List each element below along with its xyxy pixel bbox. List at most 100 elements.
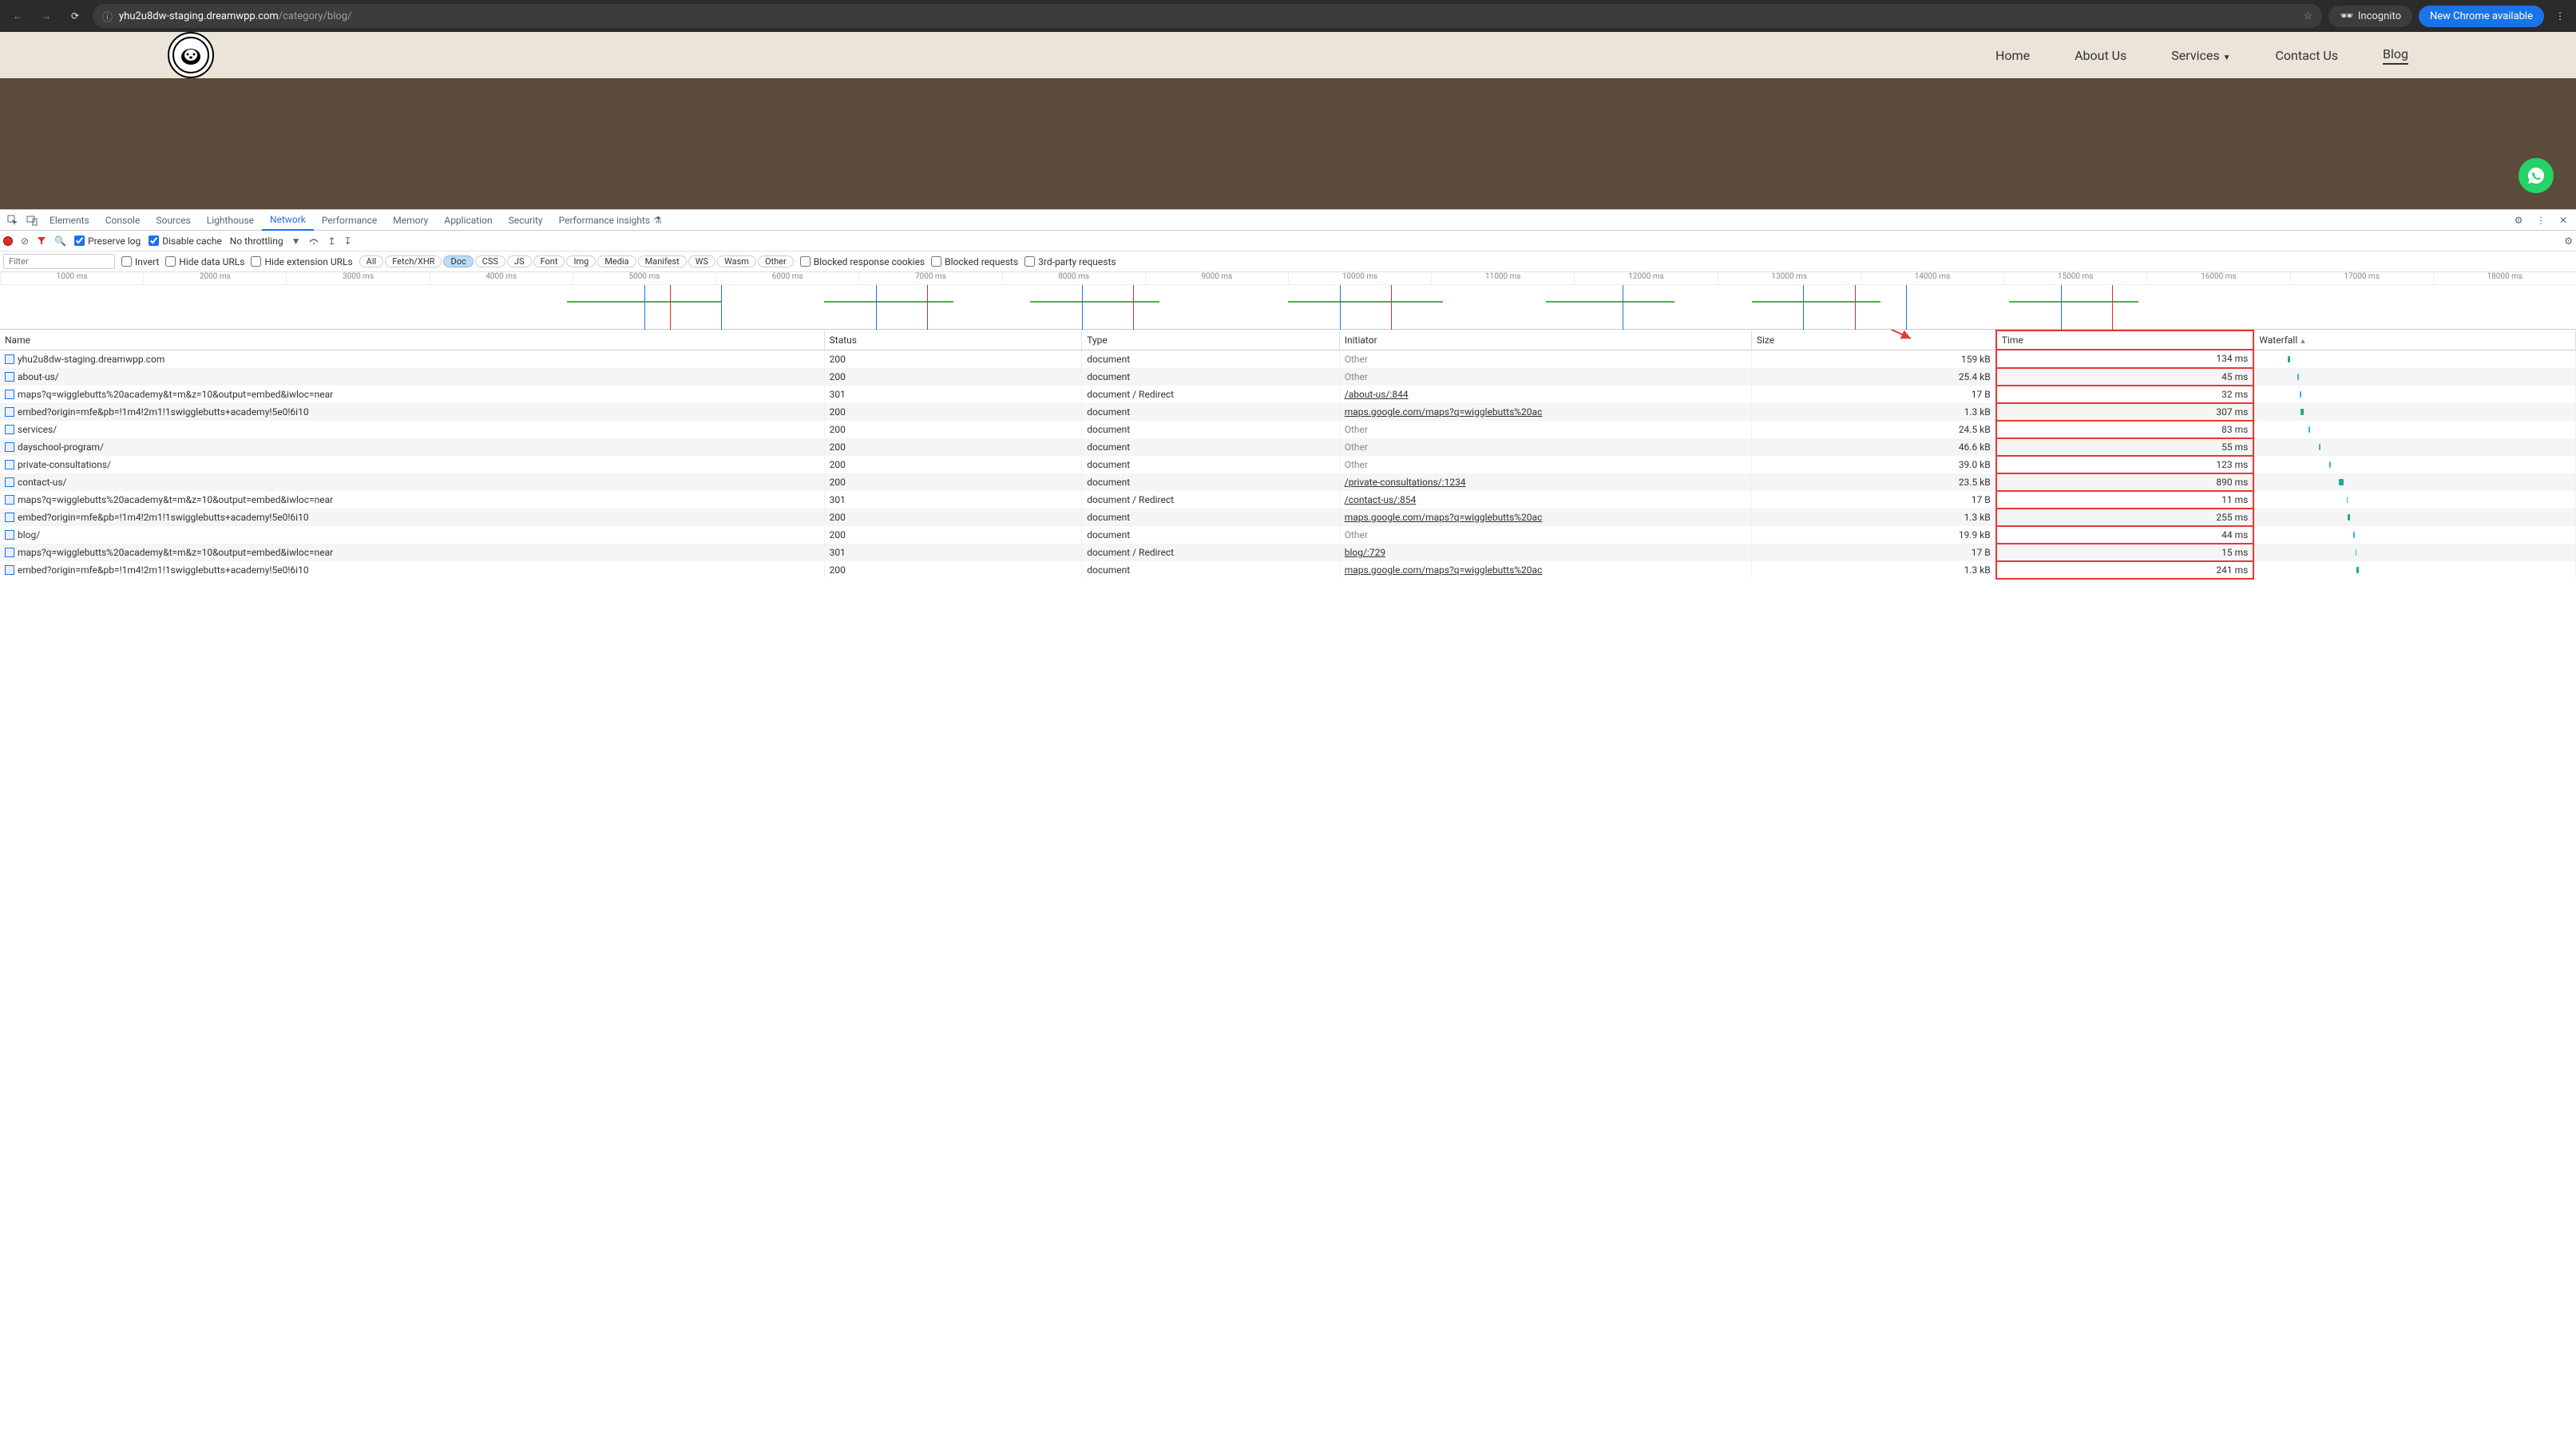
network-row[interactable]: maps?q=wigglebutts%20academy&t=m&z=10&ou… bbox=[0, 544, 2576, 561]
nav-services[interactable]: Services▼ bbox=[2171, 48, 2230, 63]
tab-lighthouse[interactable]: Lighthouse bbox=[199, 210, 262, 231]
filter-pill-font[interactable]: Font bbox=[533, 255, 565, 267]
network-row[interactable]: maps?q=wigglebutts%20academy&t=m&z=10&ou… bbox=[0, 491, 2576, 509]
preserve-log-checkbox[interactable]: Preserve log bbox=[74, 236, 141, 247]
hide-data-urls-checkbox[interactable]: Hide data URLs bbox=[165, 256, 244, 267]
site-logo[interactable] bbox=[168, 32, 214, 78]
site-info-icon[interactable]: ⓘ bbox=[102, 9, 113, 24]
network-row[interactable]: embed?origin=mfe&pb=!1m4!2m1!1swigglebut… bbox=[0, 403, 2576, 421]
third-party-checkbox[interactable]: 3rd-party requests bbox=[1024, 256, 1116, 267]
filter-pill-manifest[interactable]: Manifest bbox=[638, 255, 687, 267]
forward-button[interactable]: → bbox=[35, 5, 57, 27]
export-har-icon[interactable]: ↧ bbox=[344, 236, 352, 247]
initiator-link[interactable]: /private-consultations/:1234 bbox=[1345, 477, 1466, 488]
col-size[interactable]: Size bbox=[1751, 331, 1995, 350]
filter-pill-ws[interactable]: WS bbox=[688, 255, 715, 267]
filter-pill-media[interactable]: Media bbox=[597, 255, 636, 267]
col-time[interactable]: Time bbox=[1996, 331, 2254, 350]
blocked-cookies-checkbox[interactable]: Blocked response cookies bbox=[800, 256, 925, 267]
device-icon[interactable] bbox=[22, 215, 42, 226]
cell-waterfall bbox=[2253, 491, 2575, 509]
filter-pill-all[interactable]: All bbox=[359, 255, 384, 267]
tab-memory[interactable]: Memory bbox=[385, 210, 436, 231]
new-chrome-button[interactable]: New Chrome available bbox=[2419, 6, 2544, 27]
document-icon bbox=[5, 548, 14, 557]
network-conditions-icon[interactable] bbox=[308, 236, 319, 247]
col-status[interactable]: Status bbox=[824, 331, 1082, 350]
cell-initiator: Other bbox=[1339, 368, 1751, 386]
whatsapp-button[interactable] bbox=[2519, 158, 2554, 193]
invert-checkbox[interactable]: Invert bbox=[121, 256, 159, 267]
network-row[interactable]: private-consultations/200documentOther39… bbox=[0, 456, 2576, 473]
network-row[interactable]: maps?q=wigglebutts%20academy&t=m&z=10&ou… bbox=[0, 386, 2576, 403]
nav-home[interactable]: Home bbox=[1995, 48, 2030, 63]
network-row[interactable]: services/200documentOther24.5 kB83 ms bbox=[0, 421, 2576, 438]
tab-network[interactable]: Network bbox=[262, 210, 314, 231]
timeline-tick: 10000 ms bbox=[1288, 272, 1431, 284]
filter-pill-other[interactable]: Other bbox=[758, 255, 794, 267]
throttling-dropdown-icon[interactable]: ▼ bbox=[291, 236, 301, 247]
document-icon bbox=[5, 477, 14, 487]
cell-type: document / Redirect bbox=[1082, 544, 1340, 561]
initiator-link[interactable]: maps.google.com/maps?q=wigglebutts%20ac bbox=[1345, 512, 1543, 523]
url-bar[interactable]: ⓘ yhu2u8dw-staging.dreamwpp.com/category… bbox=[93, 4, 2322, 28]
filter-pill-css[interactable]: CSS bbox=[475, 255, 505, 267]
filter-toggle-icon[interactable] bbox=[37, 236, 46, 246]
incognito-indicator[interactable]: 🕶 Incognito bbox=[2328, 6, 2412, 27]
blocked-requests-checkbox[interactable]: Blocked requests bbox=[931, 256, 1018, 267]
col-waterfall[interactable]: Waterfall bbox=[2253, 331, 2575, 350]
search-icon[interactable]: 🔍 bbox=[54, 236, 66, 247]
network-row[interactable]: blog/200documentOther19.9 kB44 ms bbox=[0, 526, 2576, 544]
filter-input[interactable] bbox=[3, 254, 115, 269]
filter-pill-doc[interactable]: Doc bbox=[443, 255, 473, 267]
tab-security[interactable]: Security bbox=[501, 210, 551, 231]
tab-perf-insights[interactable]: Performance insights ⚗ bbox=[551, 210, 670, 231]
nav-contact[interactable]: Contact Us bbox=[2276, 48, 2339, 63]
cell-initiator: maps.google.com/maps?q=wigglebutts%20ac bbox=[1339, 509, 1751, 526]
nav-blog[interactable]: Blog bbox=[2383, 46, 2408, 65]
disable-cache-checkbox[interactable]: Disable cache bbox=[149, 236, 222, 247]
tab-performance[interactable]: Performance bbox=[314, 210, 385, 231]
network-settings-icon[interactable]: ⚙ bbox=[2564, 236, 2573, 247]
filter-pill-img[interactable]: Img bbox=[566, 255, 596, 267]
bookmark-icon[interactable]: ☆ bbox=[2304, 10, 2313, 22]
document-icon bbox=[5, 425, 14, 434]
initiator-link[interactable]: /contact-us/:854 bbox=[1345, 494, 1417, 505]
tab-console[interactable]: Console bbox=[97, 210, 149, 231]
network-row[interactable]: about-us/200documentOther25.4 kB45 ms bbox=[0, 368, 2576, 386]
nav-about[interactable]: About Us bbox=[2075, 48, 2126, 63]
cell-type: document bbox=[1082, 403, 1340, 421]
initiator-link[interactable]: blog/:729 bbox=[1345, 547, 1385, 558]
initiator-link[interactable]: maps.google.com/maps?q=wigglebutts%20ac bbox=[1345, 564, 1543, 576]
network-row[interactable]: yhu2u8dw-staging.dreamwpp.com200document… bbox=[0, 350, 2576, 368]
initiator-link[interactable]: /about-us/:844 bbox=[1345, 389, 1409, 400]
throttling-select[interactable]: No throttling bbox=[230, 236, 283, 247]
more-icon[interactable]: ⋮ bbox=[2531, 215, 2550, 226]
chrome-menu-icon[interactable]: ⋮ bbox=[2550, 10, 2570, 22]
initiator-link[interactable]: maps.google.com/maps?q=wigglebutts%20ac bbox=[1345, 406, 1543, 418]
cell-status: 200 bbox=[824, 456, 1082, 473]
close-devtools-icon[interactable]: ✕ bbox=[2554, 215, 2573, 226]
import-har-icon[interactable]: ↥ bbox=[327, 236, 335, 247]
tab-application[interactable]: Application bbox=[436, 210, 500, 231]
network-row[interactable]: dayschool-program/200documentOther46.6 k… bbox=[0, 438, 2576, 456]
filter-pill-fetchxhr[interactable]: Fetch/XHR bbox=[385, 255, 442, 267]
inspect-icon[interactable] bbox=[3, 215, 22, 226]
reload-button[interactable]: ⟳ bbox=[64, 5, 86, 27]
back-button[interactable]: ← bbox=[6, 5, 29, 27]
network-row[interactable]: embed?origin=mfe&pb=!1m4!2m1!1swigglebut… bbox=[0, 509, 2576, 526]
network-timeline[interactable]: 1000 ms2000 ms3000 ms4000 ms5000 ms6000 … bbox=[0, 272, 2576, 330]
network-row[interactable]: contact-us/200document/private-consultat… bbox=[0, 473, 2576, 491]
tab-sources[interactable]: Sources bbox=[148, 210, 198, 231]
col-type[interactable]: Type bbox=[1082, 331, 1340, 350]
col-initiator[interactable]: Initiator bbox=[1339, 331, 1751, 350]
filter-pill-js[interactable]: JS bbox=[507, 255, 532, 267]
clear-button[interactable]: ⊘ bbox=[21, 236, 29, 247]
tab-elements[interactable]: Elements bbox=[42, 210, 97, 231]
hide-ext-urls-checkbox[interactable]: Hide extension URLs bbox=[251, 256, 352, 267]
record-button[interactable] bbox=[3, 236, 13, 246]
settings-icon[interactable]: ⚙ bbox=[2509, 215, 2528, 226]
col-name[interactable]: Name bbox=[0, 331, 824, 350]
filter-pill-wasm[interactable]: Wasm bbox=[717, 255, 756, 267]
network-row[interactable]: embed?origin=mfe&pb=!1m4!2m1!1swigglebut… bbox=[0, 561, 2576, 579]
